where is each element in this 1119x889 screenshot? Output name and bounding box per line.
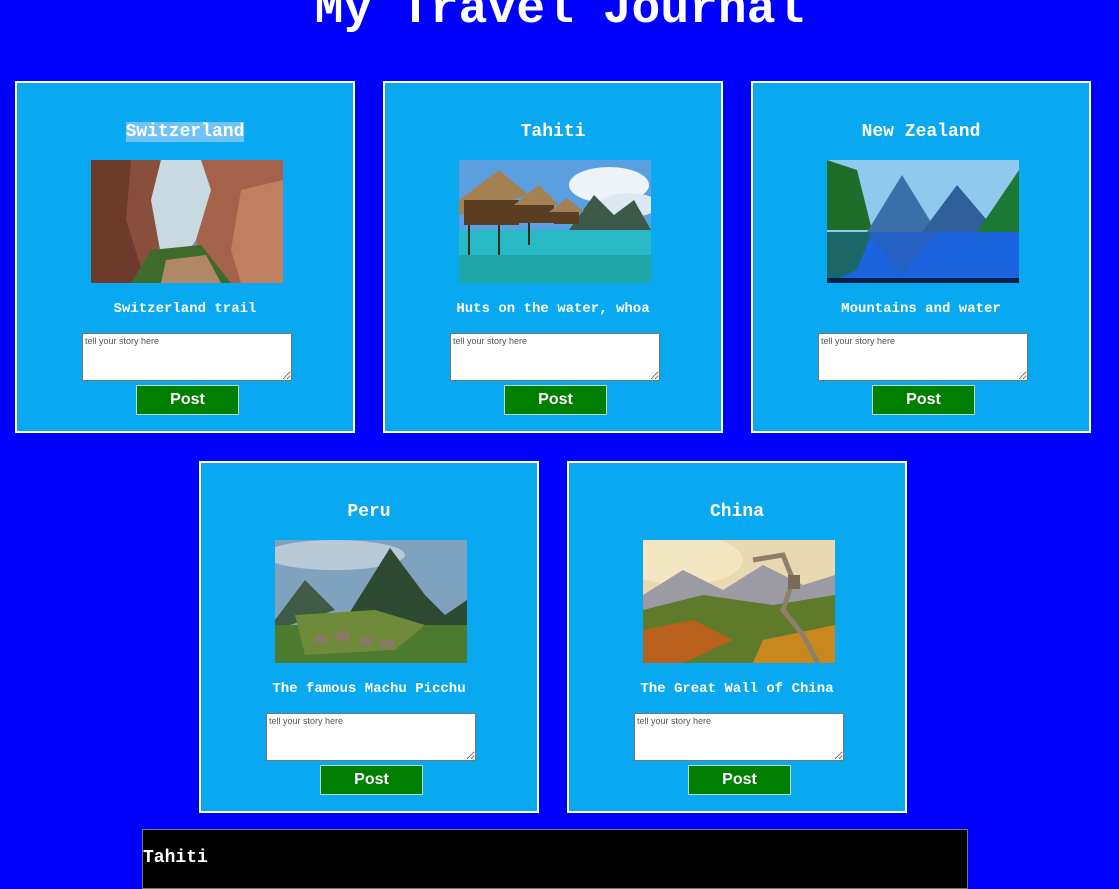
- china-photo: [643, 540, 835, 663]
- card-china: China The Great Wall of China Post: [567, 461, 907, 813]
- card-title: Switzerland: [17, 121, 353, 143]
- card-title: New Zealand: [861, 122, 981, 142]
- card-title-text: Switzerland: [125, 122, 245, 142]
- switzerland-photo: [91, 160, 283, 283]
- story-output-panel: Tahiti: [142, 829, 968, 889]
- card-title: China: [709, 502, 764, 522]
- post-button[interactable]: Post: [320, 765, 423, 795]
- tahiti-photo: [459, 160, 651, 283]
- card-title: Tahiti: [520, 122, 586, 142]
- card-caption: The Great Wall of China: [640, 681, 834, 697]
- story-input[interactable]: [82, 333, 292, 381]
- story-input[interactable]: [818, 333, 1028, 381]
- card-switzerland: Switzerland Switzerland trail Post: [15, 81, 355, 433]
- story-input[interactable]: [266, 713, 476, 761]
- post-button[interactable]: Post: [504, 385, 607, 415]
- post-button[interactable]: Post: [688, 765, 791, 795]
- card-tahiti: Tahiti Huts on the water, whoa Post: [383, 81, 723, 433]
- card-caption: Switzerland trail: [113, 301, 257, 317]
- story-input[interactable]: [634, 713, 844, 761]
- new-zealand-photo: [827, 160, 1019, 283]
- card-caption: The famous Machu Picchu: [272, 681, 466, 697]
- post-button[interactable]: Post: [136, 385, 239, 415]
- story-output-title: Tahiti: [143, 848, 208, 868]
- card-caption: Huts on the water, whoa: [456, 301, 650, 317]
- post-button[interactable]: Post: [872, 385, 975, 415]
- card-title: Peru: [347, 502, 391, 522]
- peru-photo: [275, 540, 467, 663]
- story-input[interactable]: [450, 333, 660, 381]
- card-new-zealand: New Zealand Mountains and water Post: [751, 81, 1091, 433]
- card-peru: Peru The famous Machu Picchu Post: [199, 461, 539, 813]
- card-caption: Mountains and water: [841, 301, 1001, 317]
- page-title: My Travel Journal: [314, 0, 805, 37]
